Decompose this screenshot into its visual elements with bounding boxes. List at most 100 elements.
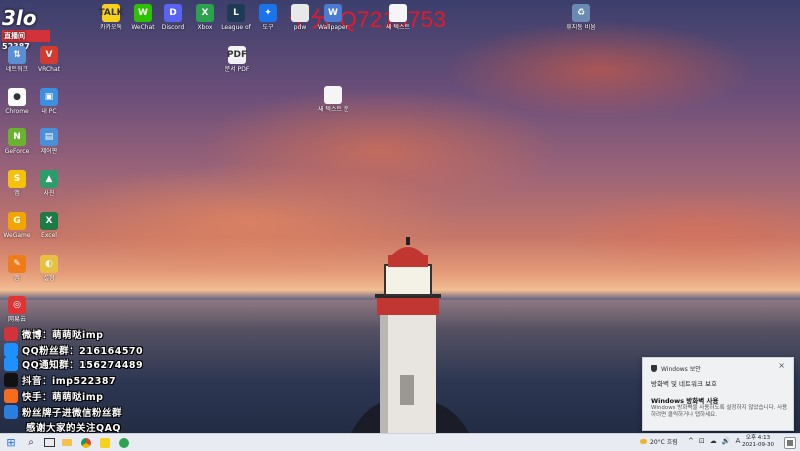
desktop-icon-pdf[interactable]: PDF 문서 PDF bbox=[222, 46, 252, 73]
desktop-icon-doc-a[interactable]: 새 텍스트 bbox=[383, 4, 413, 31]
clock-date: 2021-09-30 bbox=[742, 442, 774, 448]
douyin-icon bbox=[4, 373, 18, 387]
desktop-icon-file-a[interactable]: pdw bbox=[285, 4, 315, 31]
toast-title: 방화벽 및 네트워크 보호 bbox=[651, 380, 717, 388]
desktop-icon-app-z[interactable]: ▲ 사진 bbox=[34, 170, 64, 197]
desktop-icon-wechat[interactable]: W WeChat bbox=[128, 4, 158, 31]
desktop-icon-doc-b[interactable]: 새 텍스트 문서 bbox=[318, 86, 348, 113]
weibo-icon bbox=[4, 327, 18, 341]
start-button[interactable]: ⊞ bbox=[4, 436, 18, 449]
desktop-icon-label: 앱 bbox=[14, 190, 20, 197]
game-a-icon: G bbox=[8, 212, 26, 230]
tray-chevron-icon[interactable]: ^ bbox=[688, 437, 694, 445]
desktop-icon-label: League of bbox=[221, 24, 251, 31]
toast-app-header: Windows 보안 bbox=[651, 364, 701, 373]
app-y-icon: S bbox=[8, 170, 26, 188]
doc-b-icon bbox=[324, 86, 342, 104]
desktop-icon-nvidia[interactable]: N GeForce bbox=[2, 128, 32, 155]
tray-cloud-icon[interactable]: ☁ bbox=[710, 437, 717, 445]
desktop-icon-vrchat[interactable]: V VRChat bbox=[34, 46, 64, 73]
weather-widget[interactable]: 20°C 흐림 bbox=[640, 437, 678, 446]
desktop-icon-this-pc[interactable]: ▣ 내 PC bbox=[34, 88, 64, 115]
desktop-icon-label: 제어판 bbox=[40, 148, 58, 155]
windows-logo-icon: ⊞ bbox=[6, 436, 16, 449]
desktop-icon-label: 도구 bbox=[262, 24, 274, 31]
desktop-icon-label: 휴지통 비움 bbox=[566, 24, 596, 31]
xbox-icon bbox=[119, 437, 129, 448]
desktop-icon-label: Chrome bbox=[5, 108, 29, 115]
desktop-icon-tool[interactable]: ✦ 도구 bbox=[253, 4, 283, 31]
control-icon: ▤ bbox=[40, 128, 58, 146]
desktop-icon-netease[interactable]: ◎ 网易云 bbox=[2, 296, 32, 323]
excel-icon: X bbox=[40, 212, 58, 230]
tray-network-icon[interactable]: ⊡ bbox=[699, 437, 705, 445]
desktop-icon-label: 사진 bbox=[43, 190, 55, 197]
task-view-icon bbox=[43, 438, 55, 447]
pdf-icon: PDF bbox=[227, 46, 247, 64]
live-icon bbox=[4, 405, 18, 419]
tray-ime-icon[interactable]: A bbox=[735, 437, 740, 445]
stream-logo: 3lo 直播间 52387 bbox=[2, 6, 50, 51]
qq-icon bbox=[4, 343, 18, 357]
lighthouse bbox=[351, 237, 469, 433]
kakaotalk-icon bbox=[100, 437, 110, 448]
network-icon: ⇅ bbox=[8, 46, 26, 64]
xbox-icon: X bbox=[196, 4, 214, 22]
social-line: 粉丝牌子进微信粉丝群 bbox=[4, 405, 122, 419]
file-explorer-button[interactable] bbox=[60, 436, 74, 449]
social-line-text: 微博：萌萌哒imp bbox=[22, 330, 104, 341]
desktop-icon-network[interactable]: ⇅ 네트워크 bbox=[2, 46, 32, 73]
desktop-icon-recycle-bin[interactable]: ♻ 휴지통 비움 bbox=[566, 4, 596, 31]
desktop-icon-label: 문서 PDF bbox=[224, 66, 250, 73]
desktop-icon-app-y[interactable]: S앱 bbox=[2, 170, 32, 197]
toast-close-button[interactable]: × bbox=[778, 361, 785, 370]
desktop-icon-label: WeGame bbox=[3, 232, 31, 239]
desktop-icon-file-b[interactable]: W Wallpaper bbox=[318, 4, 348, 31]
desktop-icon-label: 새 텍스트 bbox=[386, 24, 410, 31]
clock-time: 오후 4:13 bbox=[745, 435, 771, 441]
recycle-bin-icon: ♻ bbox=[572, 4, 590, 22]
search-button[interactable]: ⌕ bbox=[24, 436, 38, 449]
social-line-text: QQ粉丝群：216164570 bbox=[22, 346, 144, 357]
notification-icon bbox=[787, 440, 793, 446]
desktop-icon-label: 새 텍스트 문서 bbox=[318, 106, 348, 113]
desktop-icon-label: 네트워크 bbox=[5, 66, 29, 73]
task-view-button[interactable] bbox=[42, 436, 56, 449]
social-line: 感谢大家的关注QAQ bbox=[26, 420, 121, 434]
desktop-icon-xbox[interactable]: X Xbox bbox=[190, 4, 220, 31]
social-line-text: QQ通知群：156274489 bbox=[22, 360, 144, 371]
app-d-icon: ◐ bbox=[40, 255, 58, 273]
kakaotalk-taskbar-button[interactable] bbox=[98, 436, 112, 449]
toast-body: Windows 방화벽을 사용하도록 설정하지 않았습니다. 사용하려면 클릭하… bbox=[651, 405, 788, 418]
app-z-icon: ▲ bbox=[40, 170, 58, 188]
social-line: 微博：萌萌哒imp bbox=[4, 327, 103, 341]
desktop-icon-app-d[interactable]: ◐ 설정 bbox=[34, 255, 64, 282]
chrome-taskbar-button[interactable] bbox=[79, 436, 93, 449]
qq-icon bbox=[4, 357, 18, 371]
desktop-icon-league[interactable]: L League of bbox=[221, 4, 251, 31]
desktop-icon-game-a[interactable]: G WeGame bbox=[2, 212, 32, 239]
netease-icon: ◎ bbox=[8, 296, 26, 314]
tray-volume-icon[interactable]: 🔊 bbox=[722, 437, 731, 445]
taskbar-clock[interactable]: 오후 4:13 2021-09-30 bbox=[742, 435, 774, 449]
toast-app-name: Windows 보안 bbox=[661, 366, 701, 373]
desktop-icon-control[interactable]: ▤ 제어판 bbox=[34, 128, 64, 155]
desktop-icon-discord[interactable]: D Discord bbox=[158, 4, 188, 31]
app-c-icon: ✎ bbox=[8, 255, 26, 273]
desktop-icon-label: VRChat bbox=[38, 66, 60, 73]
search-icon: ⌕ bbox=[28, 437, 34, 448]
desktop-icon-app-c[interactable]: ✎ 앱 bbox=[2, 255, 32, 282]
desktop-icon-label: pdw bbox=[293, 24, 307, 31]
this-pc-icon: ▣ bbox=[40, 88, 58, 106]
wechat-icon: W bbox=[134, 4, 152, 22]
show-desktop-button[interactable] bbox=[784, 437, 796, 449]
cloud-icon bbox=[640, 439, 647, 444]
desktop-icon-kakaotalk[interactable]: TALK 카카오톡 bbox=[96, 4, 126, 31]
social-line: QQ通知群：156274489 bbox=[4, 357, 143, 371]
xbox-taskbar-button[interactable] bbox=[117, 436, 131, 449]
toast-subtitle: Windows 방화벽 사용 bbox=[651, 397, 719, 405]
desktop-icon-chrome[interactable]: ● Chrome bbox=[2, 88, 32, 115]
desktop-icon-excel[interactable]: X Excel bbox=[34, 212, 64, 239]
notification-toast[interactable]: Windows 보안 × 방화벽 및 네트워크 보호 Windows 방화벽 사… bbox=[642, 357, 794, 431]
stream-logo-sub: 直播间 bbox=[2, 30, 50, 42]
